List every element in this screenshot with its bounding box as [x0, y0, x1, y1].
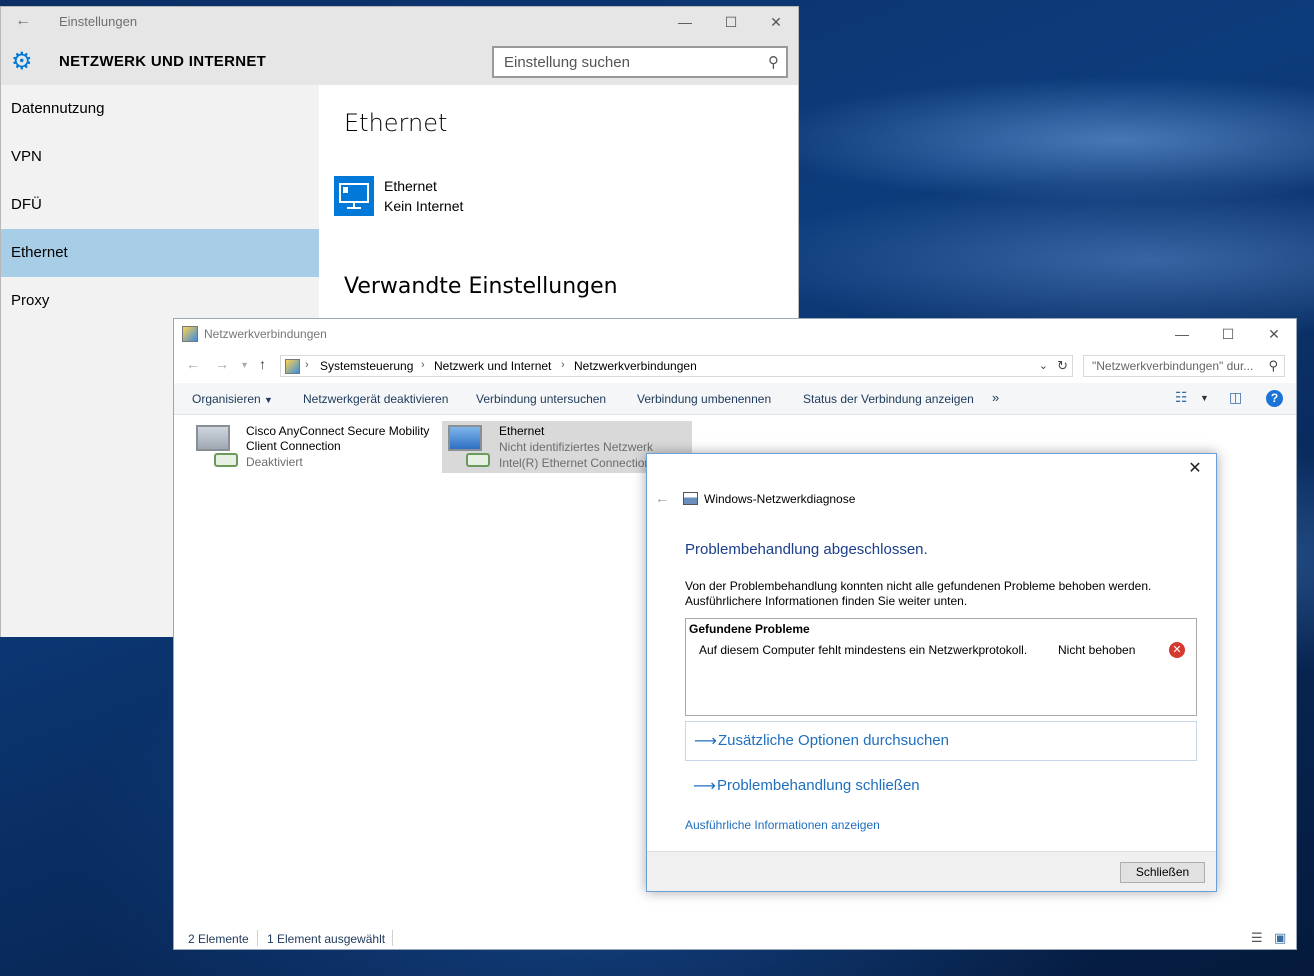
close-button[interactable]: ✕ [1254, 323, 1294, 345]
related-settings-heading: Verwandte Einstellungen [344, 274, 618, 299]
preview-pane-icon[interactable]: ◫ [1229, 389, 1242, 406]
settings-search-input[interactable]: Einstellung suchen ⚲ [492, 46, 788, 78]
settings-heading: NETZWERK UND INTERNET [59, 53, 267, 70]
arrow-right-icon: ⟶ [693, 778, 716, 795]
settings-header: ⚙ NETZWERK UND INTERNET Einstellung such… [1, 37, 798, 85]
address-bar[interactable]: › Systemsteuerung › Netzwerk und Interne… [280, 355, 1073, 377]
close-dialog-button[interactable]: Schließen [1120, 862, 1205, 883]
dialog-description-line1: Von der Problembehandlung konnten nicht … [685, 579, 1152, 593]
settings-titlebar: ← Einstellungen — ☐ ✕ [1, 7, 798, 37]
details-link[interactable]: Ausführliche Informationen anzeigen [685, 818, 880, 832]
back-arrow-icon[interactable]: ← [186, 356, 200, 372]
connection-name[interactable]: Ethernet [384, 178, 437, 194]
connection-device: Intel(R) Ethernet Connection [499, 456, 652, 470]
ethernet-monitor-icon[interactable] [334, 176, 374, 216]
connection-status: Deaktiviert [246, 455, 303, 469]
breadcrumb-separator-icon[interactable]: › [561, 359, 565, 371]
close-icon[interactable]: ✕ [1182, 458, 1208, 480]
toolbar-organisieren-label: Organisieren [192, 392, 261, 406]
explorer-window-title: Netzwerkverbindungen [204, 327, 327, 341]
breadcrumb-separator-icon[interactable]: › [421, 359, 425, 371]
explore-options-label: Zusätzliche Optionen durchsuchen [718, 732, 949, 749]
sidebar-item-ethernet[interactable]: Ethernet [1, 229, 319, 277]
explorer-search-placeholder: "Netzwerkverbindungen" dur... [1092, 359, 1254, 373]
minimize-button[interactable]: — [1162, 323, 1202, 345]
status-bar: 2 Elemente 1 Element ausgewählt ☰ ▣ [174, 927, 1296, 949]
help-icon[interactable]: ? [1266, 390, 1283, 407]
refresh-icon[interactable]: ↻ [1057, 358, 1068, 374]
close-troubleshooter-button[interactable]: ⟶ Problembehandlung schließen [685, 767, 1197, 807]
view-dropdown-icon[interactable]: ▼ [1200, 393, 1209, 403]
toolbar-verbindung-umbenennen[interactable]: Verbindung umbenennen [637, 392, 771, 406]
toolbar-organisieren[interactable]: Organisieren ▼ [192, 392, 273, 406]
breadcrumb-netzwerkverbindungen[interactable]: Netzwerkverbindungen [574, 359, 697, 373]
dialog-description-line2: Ausführlichere Informationen finden Sie … [685, 594, 968, 608]
explore-options-button[interactable]: ⟶ Zusätzliche Optionen durchsuchen [685, 721, 1197, 761]
back-arrow-icon[interactable]: ← [15, 12, 31, 30]
network-adapter-icon [446, 423, 490, 469]
error-icon: ✕ [1169, 642, 1185, 658]
network-connections-icon [182, 326, 198, 342]
breadcrumb-netzwerk-und-internet[interactable]: Netzwerk und Internet [434, 359, 551, 373]
dialog-description: Von der Problembehandlung konnten nicht … [685, 579, 1185, 609]
toolbar-status-anzeigen[interactable]: Status der Verbindung anzeigen [803, 392, 974, 406]
status-divider [257, 930, 258, 946]
status-divider [392, 930, 393, 946]
minimize-button[interactable]: — [665, 11, 705, 33]
maximize-button[interactable]: ☐ [711, 11, 751, 33]
arrow-right-icon: ⟶ [694, 733, 717, 750]
breadcrumb-systemsteuerung[interactable]: Systemsteuerung [320, 359, 413, 373]
connection-item-cisco[interactable]: Cisco AnyConnect Secure Mobility Client … [190, 421, 440, 473]
address-dropdown-icon[interactable]: ⌄ [1039, 359, 1048, 372]
connection-name: Ethernet [499, 424, 545, 438]
up-arrow-icon[interactable]: ↑ [259, 356, 266, 372]
toolbar-netzwerkgeraet-deaktivieren[interactable]: Netzwerkgerät deaktivieren [303, 392, 448, 406]
problem-status: Nicht behoben [1058, 643, 1136, 657]
problem-description: Auf diesem Computer fehlt mindestens ein… [699, 643, 1028, 657]
settings-window-title: Einstellungen [59, 14, 138, 29]
settings-search-placeholder: Einstellung suchen [504, 54, 630, 71]
item-count: 2 Elemente [188, 932, 249, 946]
network-diagnostics-dialog: ✕ ← Windows-Netzwerkdiagnose Problembeha… [646, 453, 1217, 892]
close-troubleshooter-label: Problembehandlung schließen [717, 777, 920, 794]
change-view-icon[interactable]: ☷ [1175, 389, 1188, 406]
dialog-heading: Problembehandlung abgeschlossen. [685, 541, 928, 558]
dropdown-arrow-icon: ▼ [264, 395, 273, 405]
sidebar-item-vpn[interactable]: VPN [1, 133, 319, 181]
explorer-titlebar: Netzwerkverbindungen — ☐ ✕ [174, 319, 1296, 349]
sidebar-item-datennutzung[interactable]: Datennutzung [1, 85, 319, 133]
connection-network: Nicht identifiziertes Netzwerk [499, 440, 654, 454]
command-toolbar: Organisieren ▼ Netzwerkgerät deaktiviere… [174, 383, 1296, 415]
more-commands-chevron-icon[interactable]: » [992, 390, 999, 405]
page-title: Ethernet [344, 109, 448, 137]
network-adapter-icon [194, 423, 238, 469]
explorer-search-input[interactable]: "Netzwerkverbindungen" dur... ⚲ [1083, 355, 1285, 377]
connection-status: Kein Internet [384, 198, 464, 214]
close-button[interactable]: ✕ [756, 11, 796, 33]
search-icon[interactable]: ⚲ [1268, 358, 1278, 374]
back-arrow-icon[interactable]: ← [655, 490, 669, 506]
connection-name-line2: Client Connection [246, 439, 341, 453]
problems-header: Gefundene Probleme [689, 622, 810, 636]
search-icon[interactable]: ⚲ [768, 53, 779, 71]
recent-locations-chevron-icon[interactable]: ▾ [242, 360, 247, 371]
large-icons-view-icon[interactable]: ▣ [1274, 930, 1286, 946]
selection-count: 1 Element ausgewählt [267, 932, 386, 946]
sidebar-item-dfu[interactable]: DFÜ [1, 181, 319, 229]
gear-icon: ⚙ [11, 48, 33, 75]
dialog-app-title: Windows-Netzwerkdiagnose [704, 492, 856, 506]
control-panel-icon [285, 359, 300, 374]
breadcrumb-separator-icon[interactable]: › [305, 359, 309, 371]
explorer-navigation-bar: ← → ▾ ↑ › Systemsteuerung › Netzwerk und… [174, 351, 1296, 381]
dialog-footer: Schließen [647, 851, 1216, 891]
connection-name: Cisco AnyConnect Secure Mobility [246, 424, 430, 438]
problems-list: Gefundene Probleme Auf diesem Computer f… [685, 618, 1197, 716]
details-view-icon[interactable]: ☰ [1251, 930, 1263, 946]
toolbar-verbindung-untersuchen[interactable]: Verbindung untersuchen [476, 392, 606, 406]
diagnostics-app-icon [683, 492, 698, 505]
forward-arrow-icon[interactable]: → [215, 356, 229, 372]
maximize-button[interactable]: ☐ [1208, 323, 1248, 345]
